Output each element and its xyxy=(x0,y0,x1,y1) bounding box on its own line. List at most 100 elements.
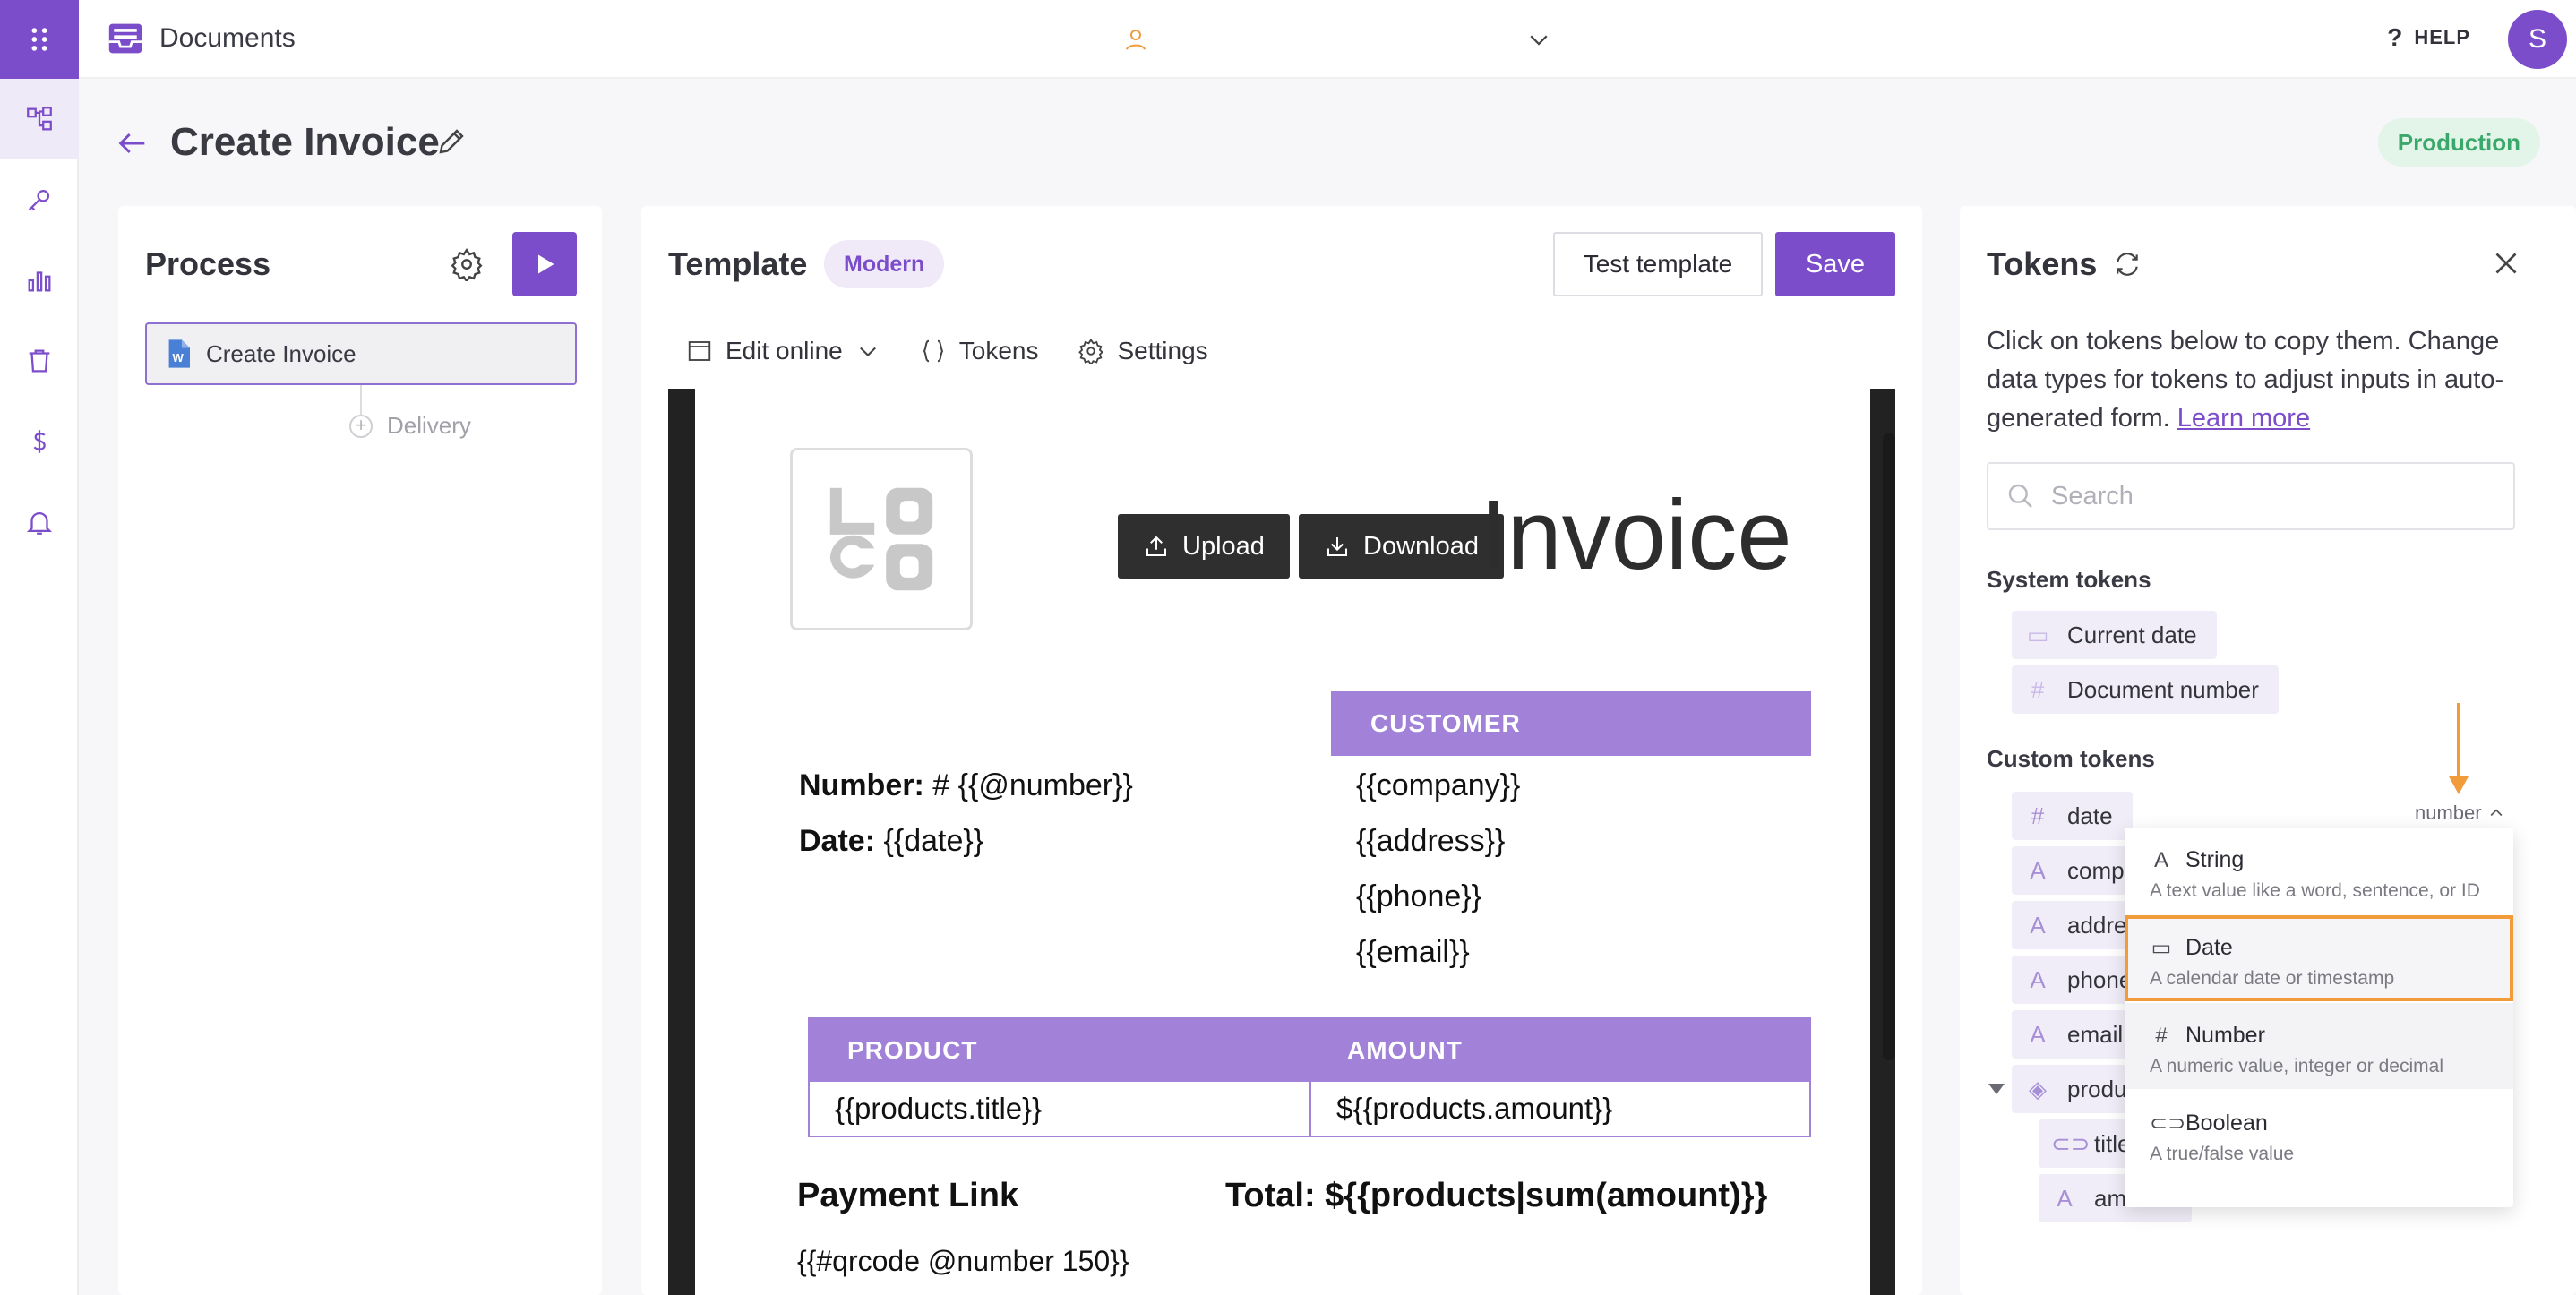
add-delivery-step[interactable]: + Delivery xyxy=(349,412,471,440)
hash-icon: # xyxy=(2031,802,2045,829)
refresh-icon[interactable] xyxy=(2113,250,2142,279)
option-description: A numeric value, integer or decimal xyxy=(2150,1056,2443,1076)
invoice-date-line: Date: {{date}} xyxy=(799,824,983,859)
token-name: produ xyxy=(2067,1075,2127,1102)
workspace-user-selector[interactable] xyxy=(1122,20,1552,59)
customer-phone: {{phone}} xyxy=(1356,879,1481,913)
text-icon: A xyxy=(2030,911,2046,939)
process-step-create-invoice[interactable]: W Create Invoice xyxy=(145,322,577,385)
token-search[interactable] xyxy=(1987,462,2515,530)
document-preview: Upload Download Invoice CUSTOMER Number:… xyxy=(668,389,1895,1295)
settings-tab[interactable]: Settings xyxy=(1078,337,1208,365)
layers-icon: ◈ xyxy=(2029,1075,2047,1102)
inbox-tray-icon xyxy=(108,23,142,54)
tokens-title-text: Tokens xyxy=(1987,245,2098,282)
token-name: email xyxy=(2067,1020,2124,1048)
download-button[interactable]: Download xyxy=(1299,514,1504,579)
system-tokens-title: System tokens xyxy=(1987,566,2151,593)
avatar[interactable]: S xyxy=(2508,10,2567,69)
date-value: {{date}} xyxy=(883,824,984,858)
apps-grid-icon[interactable] xyxy=(0,0,79,79)
learn-more-link[interactable]: Learn more xyxy=(2177,404,2310,433)
word-document-icon: W xyxy=(168,339,190,368)
upload-button[interactable]: Upload xyxy=(1118,514,1290,579)
option-description: A text value like a word, sentence, or I… xyxy=(2150,880,2480,901)
key-icon[interactable] xyxy=(0,159,79,240)
token-name: comp xyxy=(2067,856,2125,884)
table-row: {{products.title}} ${{products.amount}} xyxy=(810,1082,1809,1136)
workflow-icon[interactable] xyxy=(0,79,79,159)
page-title: Create Invoice xyxy=(170,120,440,164)
app-title[interactable]: Documents xyxy=(106,21,296,56)
text-icon: A xyxy=(2057,1184,2073,1212)
upload-icon xyxy=(1146,536,1166,556)
dollar-icon[interactable] xyxy=(0,401,79,482)
help-label: HELP xyxy=(2414,26,2470,48)
toggle-icon: ⊂⊃ xyxy=(2150,1111,2186,1136)
token-type-selector[interactable]: number xyxy=(2415,802,2505,825)
bell-icon[interactable] xyxy=(0,482,79,562)
chevron-up-icon xyxy=(2490,809,2503,817)
type-option-boolean[interactable]: ⊂⊃ Boolean A true/false value xyxy=(2125,1091,2513,1177)
template-panel: Template Modern Test template Save Edit … xyxy=(641,206,1922,1295)
number-value: # {{@number}} xyxy=(932,768,1133,802)
add-delivery-label: Delivery xyxy=(387,412,471,439)
token-type-value: number xyxy=(2415,802,2482,824)
close-icon[interactable] xyxy=(2490,247,2522,279)
plus-icon: + xyxy=(349,414,373,438)
products-table: PRODUCT AMOUNT {{products.title}} ${{pro… xyxy=(808,1017,1811,1137)
search-input[interactable] xyxy=(2051,481,2499,511)
gear-icon[interactable] xyxy=(450,247,484,281)
chevron-down-icon xyxy=(859,347,876,357)
bar-chart-icon[interactable] xyxy=(0,240,79,321)
edit-online-label: Edit online xyxy=(726,337,843,364)
payment-link-title: Payment Link xyxy=(797,1177,1019,1214)
token-name: date xyxy=(2067,802,2113,829)
process-title: Process xyxy=(145,245,271,282)
run-process-button[interactable] xyxy=(512,232,577,296)
token-name: phone xyxy=(2067,965,2133,993)
edit-online-menu[interactable]: Edit online xyxy=(686,337,880,365)
back-arrow-icon[interactable] xyxy=(115,125,150,161)
text-icon: A xyxy=(2030,965,2046,993)
gear-icon xyxy=(1078,338,1104,364)
option-description: A calendar date or timestamp xyxy=(2150,968,2395,989)
template-style-badge[interactable]: Modern xyxy=(824,240,945,288)
token-name: addre xyxy=(2067,911,2127,939)
tokens-tab-label: Tokens xyxy=(958,337,1039,364)
top-bar: Documents ? HELP S xyxy=(79,0,2576,79)
calendar-icon: ▭ xyxy=(2026,621,2049,648)
chevron-down-icon xyxy=(1530,35,1548,46)
window-icon xyxy=(688,341,711,361)
trash-icon[interactable] xyxy=(0,321,79,401)
total-line: Total: ${{products|sum(amount)}} xyxy=(1225,1177,1768,1214)
option-label: Number xyxy=(2185,1023,2265,1048)
document-scrollbar[interactable] xyxy=(1883,433,1895,1060)
download-label: Download xyxy=(1363,531,1479,561)
question-icon: ? xyxy=(2387,23,2404,51)
type-option-number[interactable]: # Number A numeric value, integer or deci… xyxy=(2125,1003,2513,1089)
save-button[interactable]: Save xyxy=(1775,232,1895,296)
invoice-number-line: Number: # {{@number}} xyxy=(799,768,1133,803)
user-icon xyxy=(1126,30,1146,50)
type-option-string[interactable]: A String A text value like a word, senten… xyxy=(2125,828,2513,913)
template-title: Template xyxy=(668,245,808,282)
help-button[interactable]: ? HELP xyxy=(2387,23,2470,52)
token-chip-current-date[interactable]: ▭ Current date xyxy=(2012,611,2217,659)
type-option-date[interactable]: ▭ Date A calendar date or timestamp xyxy=(2125,915,2513,1001)
pencil-icon[interactable] xyxy=(435,125,468,158)
tokens-panel: Tokens Click on tokens below to copy the… xyxy=(1960,206,2576,1295)
collapse-caret-icon[interactable] xyxy=(1988,1084,2005,1094)
token-chip-date[interactable]: # date xyxy=(2012,792,2133,840)
template-toolbar: Edit online Tokens Settings xyxy=(686,337,1248,365)
token-chip-email[interactable]: A email xyxy=(2012,1010,2143,1059)
tokens-tab[interactable]: Tokens xyxy=(920,337,1039,365)
test-template-button[interactable]: Test template xyxy=(1553,232,1763,296)
token-chip-document-number[interactable]: # Document number xyxy=(2012,665,2279,714)
settings-tab-label: Settings xyxy=(1117,337,1208,364)
customer-email: {{email}} xyxy=(1356,935,1470,969)
table-header-cell: PRODUCT xyxy=(847,1036,978,1064)
option-label: String xyxy=(2185,847,2245,872)
table-cell: {{products.title}} xyxy=(835,1092,1043,1125)
svg-text:W: W xyxy=(173,351,185,364)
